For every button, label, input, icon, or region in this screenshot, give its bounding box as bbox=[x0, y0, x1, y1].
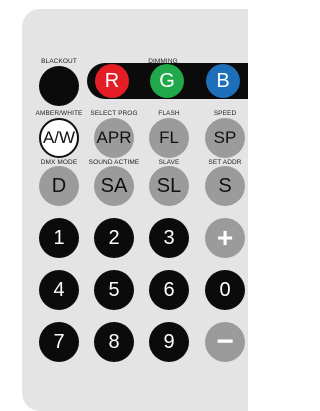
digit-0-button[interactable]: 0 bbox=[205, 270, 245, 310]
blackout-button[interactable] bbox=[39, 66, 79, 106]
slave-label: SLAVE bbox=[158, 159, 180, 166]
digit-3-button[interactable]: 3 bbox=[149, 218, 189, 258]
amber-white-label: AMBER/WHITE bbox=[35, 110, 83, 117]
sound-actime-button[interactable]: SA bbox=[94, 166, 134, 206]
amber-white-button[interactable]: A/W bbox=[39, 118, 79, 158]
minus-button[interactable]: − bbox=[205, 322, 245, 362]
digit-9-button[interactable]: 9 bbox=[149, 322, 189, 362]
speed-label: SPEED bbox=[213, 110, 237, 117]
digit-8-button[interactable]: 8 bbox=[94, 322, 134, 362]
digit-7-button[interactable]: 7 bbox=[39, 322, 79, 362]
slave-button[interactable]: SL bbox=[149, 166, 189, 206]
set-addr-button[interactable]: S bbox=[205, 166, 245, 206]
speed-button[interactable]: SP bbox=[205, 118, 245, 158]
digit-4-button[interactable]: 4 bbox=[39, 270, 79, 310]
blackout-label: BLACKOUT bbox=[41, 58, 77, 65]
digit-6-button[interactable]: 6 bbox=[149, 270, 189, 310]
digit-2-button[interactable]: 2 bbox=[94, 218, 134, 258]
red-button[interactable]: R bbox=[95, 64, 129, 98]
sound-actime-label: SOUND ACTIME bbox=[88, 159, 140, 166]
blue-button[interactable]: B bbox=[206, 64, 240, 98]
select-prog-button[interactable]: APR bbox=[94, 118, 134, 158]
set-addr-label: SET ADDR bbox=[208, 159, 242, 166]
flash-button[interactable]: FL bbox=[149, 118, 189, 158]
green-button[interactable]: G bbox=[150, 64, 184, 98]
flash-label: FLASH bbox=[158, 110, 180, 117]
dmx-mode-label: DMX MODE bbox=[40, 159, 78, 166]
dmx-mode-button[interactable]: D bbox=[39, 166, 79, 206]
plus-button[interactable]: + bbox=[205, 218, 245, 258]
select-prog-label: SELECT PROG bbox=[90, 110, 138, 117]
digit-1-button[interactable]: 1 bbox=[39, 218, 79, 258]
digit-5-button[interactable]: 5 bbox=[94, 270, 134, 310]
